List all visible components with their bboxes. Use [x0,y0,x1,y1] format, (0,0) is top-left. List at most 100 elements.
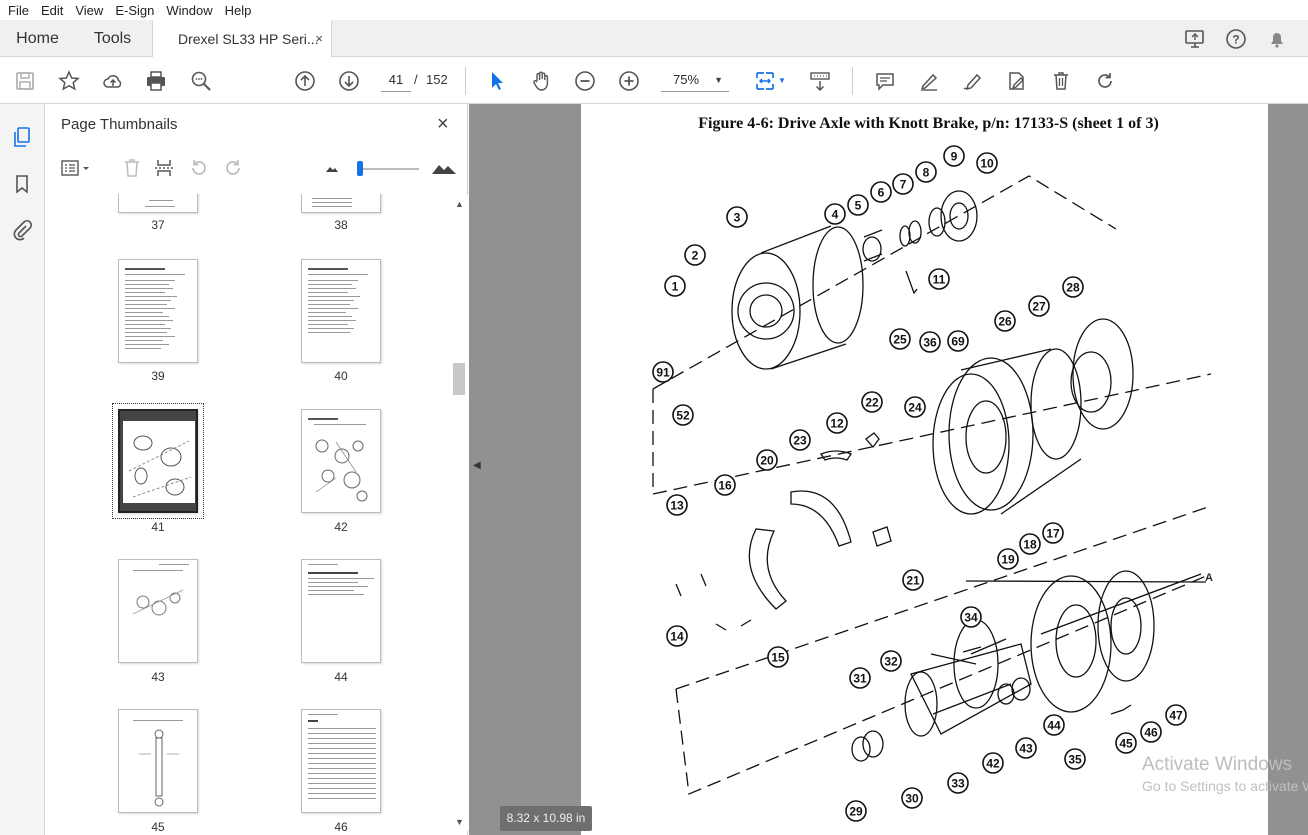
svg-text:16: 16 [718,479,732,493]
highlight-pen-icon[interactable] [916,68,942,94]
part-callout-27: 27 [1028,295,1050,317]
close-panel-icon[interactable]: × [437,113,449,136]
rotate-clockwise-icon[interactable] [220,155,246,181]
page-thumbnail[interactable] [301,194,381,213]
page-thumbnail[interactable] [301,409,381,513]
scroll-mode-icon[interactable] [807,68,833,94]
page-separator: / [414,72,418,87]
zoom-out-icon[interactable] [572,68,598,94]
thumbnails-scrollbar[interactable]: ▲ ▼ [452,195,468,831]
svg-text:30: 30 [905,792,919,806]
thumbnail-toolbar [45,149,468,189]
page-thumbnail[interactable] [301,709,381,813]
scrollbar-thumb[interactable] [453,363,465,395]
part-callout-43: 43 [1015,737,1037,759]
share-screen-icon[interactable] [1182,26,1208,52]
page-thumbnail[interactable] [301,559,381,663]
fit-options-chevron-icon[interactable]: ▼ [778,76,786,85]
fit-page-icon[interactable] [752,68,778,94]
zoom-level-select[interactable]: 75% ▼ [661,68,729,92]
notifications-bell-icon[interactable] [1264,26,1290,52]
page-thumbnail[interactable] [301,259,381,363]
tab-document[interactable]: Drexel SL33 HP Seri... × [152,20,332,58]
menu-help[interactable]: Help [219,3,258,18]
next-page-icon[interactable] [336,68,362,94]
collapse-panel-arrow-icon[interactable]: ◀ [473,460,481,471]
save-icon[interactable] [12,68,38,94]
activate-windows-subtext: Go to Settings to activate Windows. [1142,778,1308,794]
bookmarks-icon[interactable] [9,171,35,197]
part-callout-29: 29 [845,800,867,822]
svg-text:15: 15 [771,651,785,665]
redo-icon[interactable] [1092,68,1118,94]
menu-edit[interactable]: Edit [35,3,69,18]
attachments-paperclip-icon[interactable] [9,217,35,243]
hand-tool-icon[interactable] [528,68,554,94]
previous-page-icon[interactable] [292,68,318,94]
page-thumbnails-icon[interactable] [9,124,35,150]
edit-pdf-icon[interactable] [1004,68,1030,94]
svg-text:43: 43 [1019,742,1033,756]
extract-page-icon[interactable] [151,155,177,181]
thumbnail-size-slider[interactable] [357,168,419,170]
svg-text:29: 29 [849,805,863,819]
page-size-badge: 8.32 x 10.98 in [500,806,592,831]
part-callout-22: 22 [861,391,883,413]
rotate-counterclockwise-icon[interactable] [186,155,212,181]
svg-text:46: 46 [1144,726,1158,740]
thumbnail-options-icon[interactable] [60,155,94,181]
svg-text:12: 12 [830,417,844,431]
delete-trash-icon[interactable] [1048,68,1074,94]
svg-text:23: 23 [793,434,807,448]
part-callout-42: 42 [982,752,1004,774]
svg-text:17: 17 [1046,527,1060,541]
svg-text:69: 69 [951,335,965,349]
thumbnail-size-slider-handle[interactable] [357,161,363,176]
comment-icon[interactable] [872,68,898,94]
page-thumbnail-current[interactable] [118,409,198,513]
draw-signature-icon[interactable] [960,68,986,94]
menu-esign[interactable]: E-Sign [109,3,160,18]
part-callout-1: 1 [664,275,686,297]
page-number-input[interactable]: 41 [381,68,411,92]
part-callout-31: 31 [849,667,871,689]
select-cursor-icon[interactable] [484,68,510,94]
upload-cloud-icon[interactable] [100,68,126,94]
bookmark-star-icon[interactable] [56,68,82,94]
tab-home[interactable]: Home [0,20,75,57]
help-icon[interactable]: ? [1223,26,1249,52]
part-callout-4: 4 [824,203,846,225]
svg-text:24: 24 [908,401,922,415]
page-thumbnail[interactable] [118,559,198,663]
panel-title: Page Thumbnails [61,116,178,133]
small-thumbnails-mountain-icon[interactable] [319,155,345,181]
page-thumbnails-panel: Page Thumbnails × 37 38 39 40 41 42 43 4… [45,104,468,835]
page-thumbnail[interactable] [118,259,198,363]
large-thumbnails-mountain-icon[interactable] [431,155,457,181]
scroll-down-arrow-icon[interactable]: ▼ [455,817,464,827]
thumbnails-list: 37 38 39 40 41 42 43 44 45 46 [45,194,450,835]
svg-text:25: 25 [893,333,907,347]
menu-window[interactable]: Window [160,3,218,18]
tab-tools[interactable]: Tools [75,20,150,57]
svg-text:11: 11 [933,273,946,287]
find-zoom-icon[interactable] [188,68,214,94]
menu-file[interactable]: File [2,3,35,18]
thumbnail-page-number: 42 [334,520,348,534]
section-marker-a: A [1205,572,1213,584]
close-tab-icon[interactable]: × [315,31,323,46]
zoom-in-icon[interactable] [616,68,642,94]
thumbnail-page-number: 45 [151,820,165,834]
svg-text:10: 10 [980,157,994,171]
menu-view[interactable]: View [69,3,109,18]
page-thumbnail[interactable] [118,709,198,813]
zoom-level-value: 75% [673,72,700,87]
thumbnail-page-number: 39 [151,369,165,383]
scroll-up-arrow-icon[interactable]: ▲ [455,199,464,209]
print-icon[interactable] [143,68,169,94]
part-callout-28: 28 [1062,276,1084,298]
part-callout-12: 12 [826,412,848,434]
page-thumbnail[interactable] [118,194,198,213]
part-callout-7: 7 [892,173,914,195]
delete-page-icon[interactable] [119,155,145,181]
